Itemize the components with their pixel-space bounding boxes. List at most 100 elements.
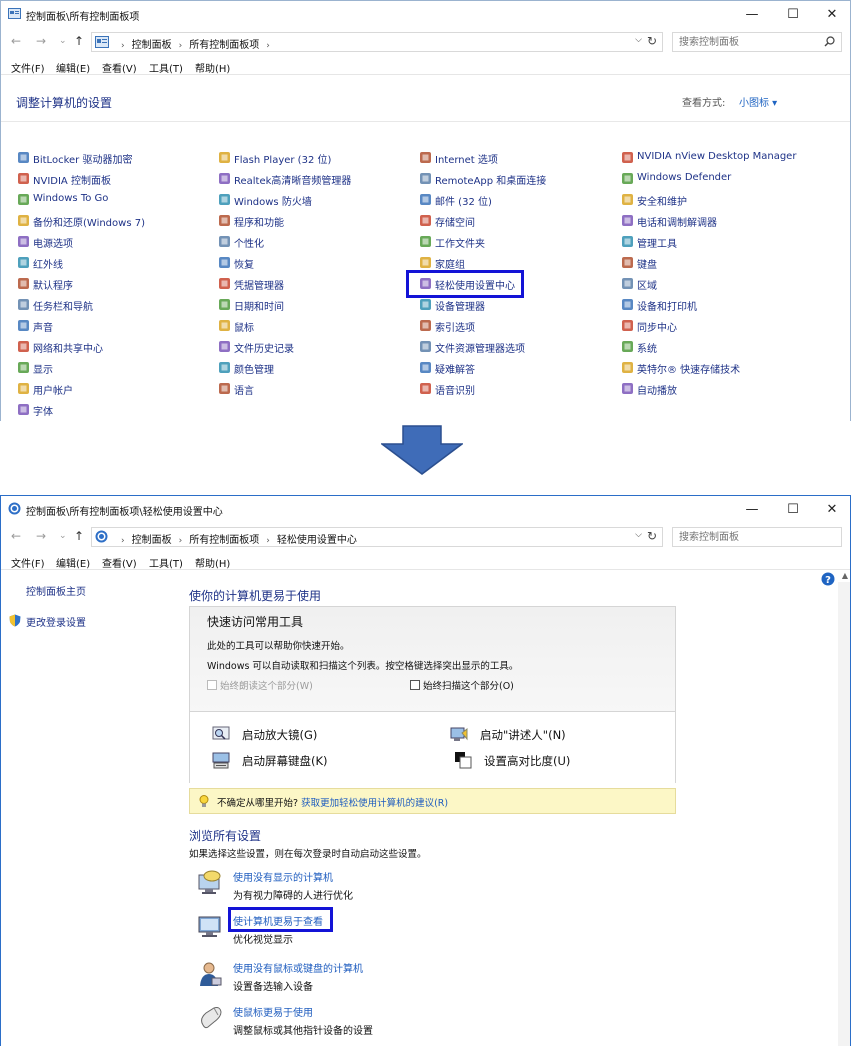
menu-tools[interactable]: 工具(T) [149,60,183,75]
menu-edit[interactable]: 编辑(E) [56,555,90,570]
up-button[interactable]: ↑ [74,34,84,48]
control-panel-item-icon [420,152,431,163]
search-box[interactable] [672,32,842,52]
control-panel-item-icon [18,320,29,331]
change-logon-settings-link[interactable]: 更改登录设置 [26,614,86,629]
control-panel-item-label: 语言 [234,386,254,397]
control-panel-item-label: 家庭组 [435,260,465,271]
maximize-button[interactable]: ☐ [773,1,813,28]
monitor-speech-icon [198,870,221,894]
control-panel-item-icon [18,257,29,268]
recent-locations-button[interactable]: ⌄ [59,529,67,543]
forward-button[interactable]: → [36,529,46,543]
control-panel-item-label: 电话和调制解调器 [637,218,717,229]
breadcrumb-item[interactable]: 控制面板 [132,40,172,51]
menu-file[interactable]: 文件(F) [11,60,45,75]
address-bar[interactable]: › 控制面板 › 所有控制面板项 › 轻松使用设置中心 ⌵ [91,527,663,547]
control-panel-item-label: Internet 选项 [435,155,498,166]
control-panel-item-label: 红外线 [33,260,63,271]
view-by-dropdown[interactable]: 小图标 ▾ [739,94,777,109]
control-panel-item-label: 系统 [637,344,657,355]
control-panel-item-icon [219,362,230,373]
breadcrumb-item[interactable]: 控制面板 [132,535,172,546]
control-panel-item-icon [420,194,431,205]
help-icon[interactable]: ? [821,572,835,586]
control-panel-item-label: 文件资源管理器选项 [435,344,525,355]
control-panel-item-label: 默认程序 [33,281,73,292]
control-panel-item-icon [18,236,29,247]
menu-view[interactable]: 查看(V) [102,555,137,570]
control-panel-item-label: Flash Player (32 位) [234,155,332,166]
breadcrumb-item[interactable]: 所有控制面板项 [189,40,259,51]
up-button[interactable]: ↑ [74,529,84,543]
control-panel-item-icon [622,257,633,268]
control-panel-item-icon [219,383,230,394]
address-row: ← → ⌄ ↑ › 控制面板 › 所有控制面板项 › ⌵ ↻ [1,29,850,55]
menu-tools[interactable]: 工具(T) [149,555,183,570]
high-contrast-icon [455,752,472,769]
minimize-button[interactable]: — [732,496,772,523]
chevron-down-icon[interactable]: ⌵ [635,35,642,45]
ease-of-access-window: 控制面板\所有控制面板项\轻松使用设置中心 — ☐ ✕ ← → ⌄ ↑ › 控制面… [0,495,851,1046]
control-panel-item-icon [622,215,633,226]
control-panel-window: 控制面板\所有控制面板项 — ☐ ✕ ← → ⌄ ↑ › 控制面板 › 所有控制面板项… [0,0,851,421]
refresh-icon[interactable]: ↻ [647,34,657,48]
window-title: 控制面板\所有控制面板项 [26,12,140,23]
menu-help[interactable]: 帮助(H) [195,555,230,570]
recent-locations-button[interactable]: ⌄ [59,34,67,48]
browse-desc: 如果选择这些设置，则在每次登录时自动启动这些设置。 [189,849,427,860]
control-panel-item-label: 邮件 (32 位) [435,197,492,208]
control-panel-item-label: BitLocker 驱动器加密 [33,155,133,166]
scroll-up-icon[interactable]: ▲ [842,571,848,580]
control-panel-item-icon [622,320,633,331]
narrator-icon [450,727,468,741]
control-panel-item-icon [420,362,431,373]
menu-file[interactable]: 文件(F) [11,555,45,570]
control-panel-item-icon [622,278,633,289]
setting-link[interactable]: 使用没有鼠标或键盘的计算机 [233,960,363,975]
maximize-button[interactable]: ☐ [773,496,813,523]
get-recommendations-link[interactable]: 获取更加轻松使用计算机的建议(R) [301,798,448,809]
control-panel-item-label: 英特尔® 快速存储技术 [637,365,741,376]
title-bar: 控制面板\所有控制面板项 — ☐ ✕ [1,1,850,28]
back-button[interactable]: ← [11,529,21,543]
setting-link[interactable]: 使用没有显示的计算机 [233,869,333,884]
highlight-ease-of-access [406,270,524,298]
page-title: 调整计算机的设置 [16,96,113,110]
setting-desc: 调整鼠标或其他指针设备的设置 [233,1026,373,1037]
view-by-label: 查看方式: [682,98,726,109]
search-input[interactable] [679,35,819,49]
menu-edit[interactable]: 编辑(E) [56,60,90,75]
always-read-label: 始终朗读这个部分(W) [220,681,313,692]
control-panel-item-icon [18,299,29,310]
always-scan-label: 始终扫描这个部分(O) [423,681,514,692]
menu-view[interactable]: 查看(V) [102,60,137,75]
control-panel-home-link[interactable]: 控制面板主页 [26,583,86,598]
control-panel-item-label: 设备和打印机 [637,302,697,313]
setting-desc: 为有视力障碍的人进行优化 [233,891,353,902]
search-box[interactable] [672,527,842,547]
menu-help[interactable]: 帮助(H) [195,60,230,75]
minimize-button[interactable]: — [732,1,772,28]
control-panel-item-icon [420,299,431,310]
always-read-checkbox[interactable] [207,680,217,690]
breadcrumb-item[interactable]: 所有控制面板项 [189,535,259,546]
always-scan-checkbox[interactable] [410,680,420,690]
address-bar[interactable]: › 控制面板 › 所有控制面板项 › ⌵ [91,32,663,52]
forward-button[interactable]: → [36,34,46,48]
control-panel-item-icon [622,341,633,352]
close-button[interactable]: ✕ [812,496,850,523]
close-button[interactable]: ✕ [812,1,850,28]
scrollbar[interactable] [838,582,850,1046]
control-panel-item-label: 管理工具 [637,239,677,250]
setting-link[interactable]: 使鼠标更易于使用 [233,1004,313,1019]
control-panel-item-icon [622,383,633,394]
svg-text:?: ? [825,575,831,586]
back-button[interactable]: ← [11,34,21,48]
chevron-down-icon[interactable]: ⌵ [635,530,642,540]
search-input[interactable] [679,530,819,544]
control-panel-item-icon [420,257,431,268]
search-icon[interactable] [824,36,835,47]
breadcrumb-item[interactable]: 轻松使用设置中心 [277,535,357,546]
refresh-icon[interactable]: ↻ [647,529,657,543]
